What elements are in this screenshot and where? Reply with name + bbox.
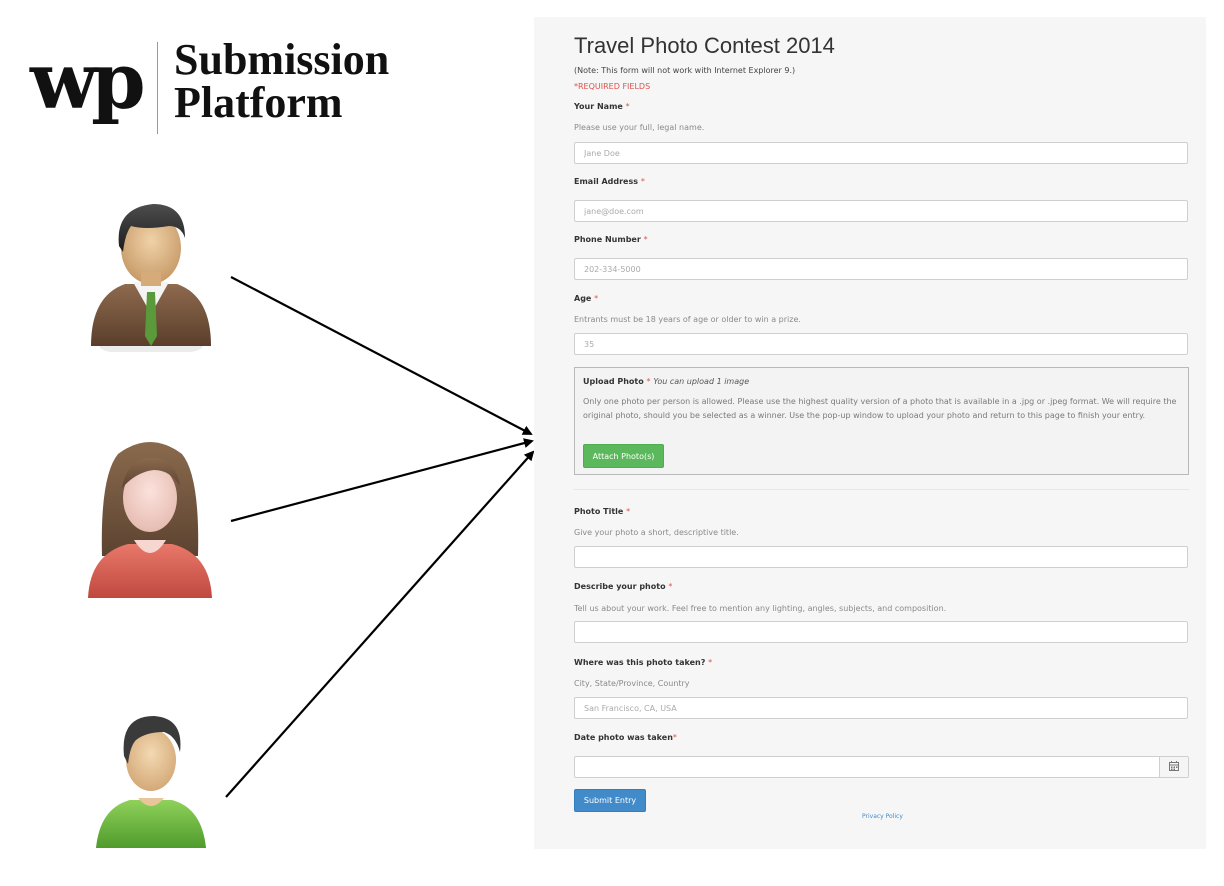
date-field[interactable] — [574, 756, 1189, 778]
arrow-icon — [225, 450, 535, 798]
calendar-icon — [1169, 761, 1179, 771]
upload-photo-label: Upload Photo * You can upload 1 image — [583, 377, 750, 386]
age-label: Age * — [574, 294, 599, 303]
submission-form: Travel Photo Contest 2014 (Note: This fo… — [534, 17, 1206, 849]
age-input[interactable] — [574, 333, 1188, 355]
date-label: Date photo was taken* — [574, 733, 677, 742]
describe-photo-label: Describe your photo * — [574, 582, 673, 591]
phone-input[interactable] — [574, 258, 1188, 280]
section-divider — [574, 489, 1189, 490]
upload-photo-section: Upload Photo * You can upload 1 image On… — [574, 367, 1189, 475]
name-help: Please use your full, legal name. — [574, 123, 705, 132]
arrow-icon — [230, 438, 534, 523]
privacy-policy-link[interactable]: Privacy Policy — [862, 813, 903, 820]
photo-title-help: Give your photo a short, descriptive tit… — [574, 528, 739, 537]
attach-photos-button[interactable]: Attach Photo(s) — [583, 444, 664, 468]
location-input[interactable] — [574, 697, 1188, 719]
name-label: Your Name * — [574, 102, 630, 111]
email-input[interactable] — [574, 200, 1188, 222]
location-help: City, State/Province, Country — [574, 679, 690, 688]
phone-label: Phone Number * — [574, 235, 648, 244]
describe-photo-help: Tell us about your work. Feel free to me… — [574, 604, 947, 613]
required-fields-note: *REQUIRED FIELDS — [574, 82, 651, 91]
photo-title-input[interactable] — [574, 546, 1188, 568]
upload-description: Only one photo per person is allowed. Pl… — [583, 397, 1177, 420]
name-input[interactable] — [574, 142, 1188, 164]
describe-photo-input[interactable] — [574, 621, 1188, 643]
form-title: Travel Photo Contest 2014 — [574, 33, 835, 58]
browser-note: (Note: This form will not work with Inte… — [574, 66, 796, 75]
location-label: Where was this photo taken? * — [574, 658, 713, 667]
calendar-button[interactable] — [1159, 757, 1188, 777]
submit-entry-button[interactable]: Submit Entry — [574, 789, 646, 812]
age-help: Entrants must be 18 years of age or olde… — [574, 315, 801, 324]
arrow-icon — [230, 276, 533, 435]
email-label: Email Address * — [574, 177, 645, 186]
photo-title-label: Photo Title * — [574, 507, 631, 516]
